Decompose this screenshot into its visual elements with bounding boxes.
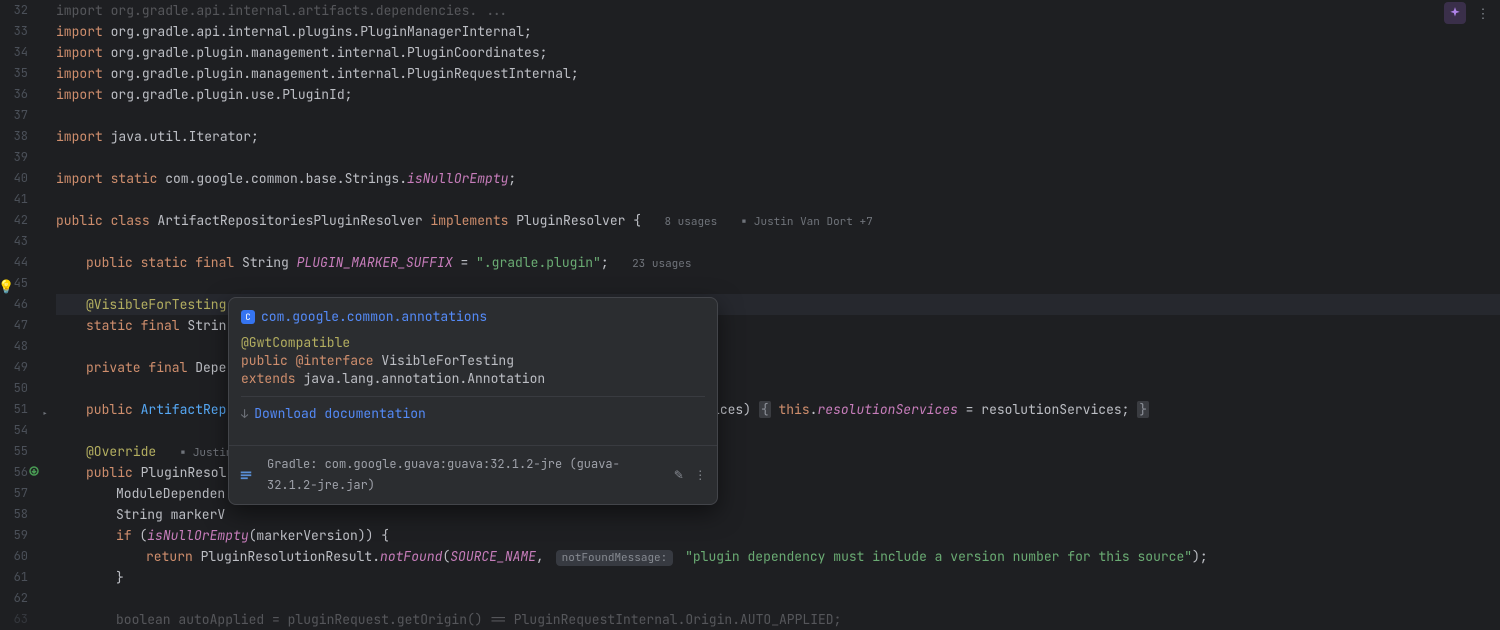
line-number: 62: [0, 588, 28, 609]
line-number: 46: [0, 294, 28, 315]
line-number: 38: [0, 126, 28, 147]
author-hint[interactable]: ▪ Justin Van Dort +7: [741, 215, 873, 229]
line-number: 41: [0, 189, 28, 210]
download-icon: [241, 405, 254, 422]
code-editor[interactable]: 32 33 34 35 36 37 38 39 40 41 42 43 44 4…: [0, 0, 1500, 600]
code-line: [56, 189, 1500, 210]
line-number: 60: [0, 546, 28, 567]
popup-extends: extends java.lang.annotation.Annotation: [241, 370, 705, 388]
code-line: if (isNullOrEmpty(markerVersion)) {: [56, 525, 1500, 546]
code-line: [56, 273, 1500, 294]
line-number: 63: [0, 609, 28, 630]
code-line: import java.util.Iterator;: [56, 126, 1500, 147]
class-icon: C: [241, 310, 255, 324]
usages-hint[interactable]: 8 usages: [664, 215, 717, 229]
line-number: 50: [0, 378, 28, 399]
popup-source-label: Gradle: com.google.guava:guava:32.1.2-jr…: [267, 454, 656, 496]
line-number: 49: [0, 357, 28, 378]
code-line: }: [56, 567, 1500, 588]
line-number: 61: [0, 567, 28, 588]
line-number: 55: [0, 441, 28, 462]
code-line: import org.gradle.plugin.use.PluginId;: [56, 84, 1500, 105]
popup-package-link[interactable]: com.google.common.annotations: [261, 308, 487, 325]
line-number: 36: [0, 84, 28, 105]
code-line: [56, 231, 1500, 252]
popup-annotation: @GwtCompatible: [241, 334, 705, 352]
line-number-gutter: 32 33 34 35 36 37 38 39 40 41 42 43 44 4…: [0, 0, 42, 600]
parameter-hint: notFoundMessage:: [556, 550, 674, 566]
line-number: 57: [0, 483, 28, 504]
line-number: 32: [0, 0, 28, 21]
override-icon[interactable]: [28, 465, 42, 479]
edit-icon[interactable]: ✎: [672, 467, 686, 483]
intention-bulb-icon[interactable]: 💡: [0, 276, 12, 290]
popup-signature: public @interface VisibleForTesting: [241, 352, 705, 370]
code-line: [56, 588, 1500, 609]
code-line: import org.gradle.api.internal.plugins.P…: [56, 21, 1500, 42]
code-line: import org.gradle.plugin.management.inte…: [56, 42, 1500, 63]
popup-footer: Gradle: com.google.guava:guava:32.1.2-jr…: [229, 445, 717, 504]
line-number: 43: [0, 231, 28, 252]
code-line: return PluginResolutionResult.notFound(S…: [56, 546, 1500, 567]
line-number: 37: [0, 105, 28, 126]
code-line: import static com.google.common.base.Str…: [56, 168, 1500, 189]
usages-hint[interactable]: 23 usages: [632, 257, 691, 271]
line-number: 47: [0, 315, 28, 336]
line-number: 33: [0, 21, 28, 42]
code-line: public class ArtifactRepositoriesPluginR…: [56, 210, 1500, 231]
line-number: 58: [0, 504, 28, 525]
line-number: 35: [0, 63, 28, 84]
line-number: 40: [0, 168, 28, 189]
line-number: 59: [0, 525, 28, 546]
more-icon[interactable]: ⋮: [693, 467, 707, 483]
code-line: [56, 105, 1500, 126]
code-line: import org.gradle.api.internal.artifacts…: [56, 0, 1500, 21]
code-line: public static final String PLUGIN_MARKER…: [56, 252, 1500, 273]
quick-doc-popup: Ccom.google.common.annotations @GwtCompa…: [228, 297, 718, 505]
line-number: 54: [0, 420, 28, 441]
line-number: 44: [0, 252, 28, 273]
line-number: 51: [0, 399, 28, 420]
code-line: import org.gradle.plugin.management.inte…: [56, 63, 1500, 84]
line-number: 56: [0, 462, 28, 483]
code-line: boolean autoApplied = pluginRequest.getO…: [56, 609, 1500, 630]
code-line: String markerV: [56, 504, 1500, 525]
code-line: [56, 147, 1500, 168]
download-doc-link[interactable]: Download documentation: [241, 405, 705, 423]
gradle-icon: [239, 468, 253, 482]
line-number: 42: [0, 210, 28, 231]
line-number: 48: [0, 336, 28, 357]
line-number: 34: [0, 42, 28, 63]
gutter-icons: 💡 ▸: [42, 0, 56, 600]
popup-package: Ccom.google.common.annotations: [241, 308, 705, 326]
popup-separator: [241, 396, 705, 397]
fold-chevron-icon[interactable]: ▸: [42, 403, 52, 413]
line-number: 39: [0, 147, 28, 168]
